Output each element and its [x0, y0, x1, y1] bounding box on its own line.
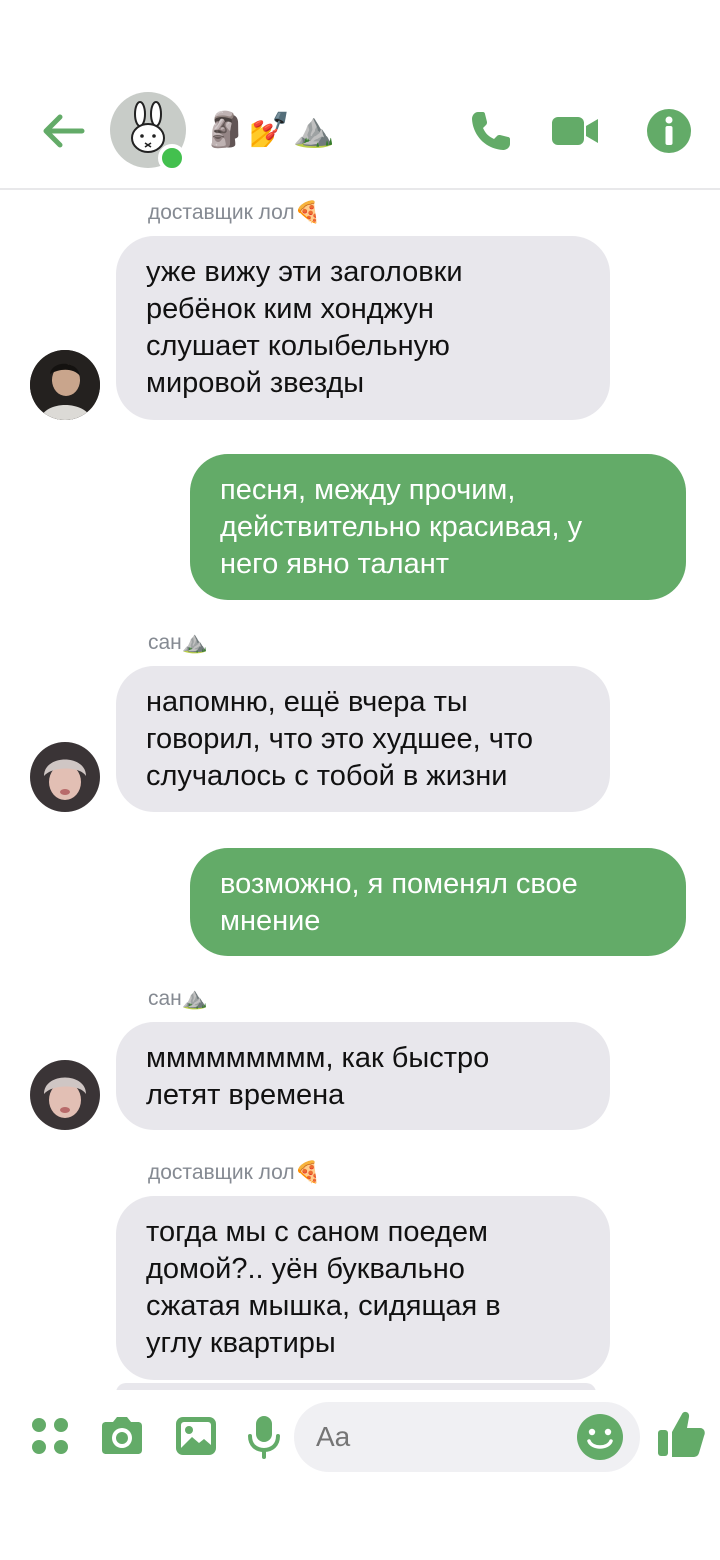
message-composer	[0, 1390, 720, 1490]
message-line: уже вижу эти заголовки	[146, 256, 463, 288]
message-line: него явно талант	[220, 548, 450, 580]
message-line: песня, между прочим,	[220, 474, 516, 506]
incoming-message-bubble[interactable]: уже вижу эти заголовки ребёнок ким хондж…	[116, 236, 610, 420]
sender-avatar[interactable]	[30, 1060, 100, 1130]
apps-grid-icon[interactable]	[26, 1412, 74, 1460]
message-line: возможно, я поменял свое	[220, 868, 578, 900]
microphone-icon[interactable]	[240, 1412, 288, 1460]
message-line: слушает колыбельную	[146, 330, 450, 362]
message-line: ребёнок ким хонджун	[146, 293, 434, 325]
sender-name: доставщик лол🍕	[148, 1161, 321, 1184]
chat-screen: 🗿💅⛰️ доставщик лол🍕 уже вижу эти заголов…	[0, 0, 720, 1560]
message-line: домой?.. уён буквально	[146, 1253, 465, 1285]
camera-icon[interactable]	[98, 1412, 146, 1460]
emoji-icon[interactable]	[576, 1413, 624, 1461]
person-photo-icon	[30, 350, 100, 420]
sender-avatar[interactable]	[30, 742, 100, 812]
message-input[interactable]	[316, 1420, 556, 1454]
thumbs-up-icon[interactable]	[656, 1408, 706, 1460]
sender-avatar[interactable]	[30, 350, 100, 420]
chat-header: 🗿💅⛰️	[0, 68, 720, 190]
outgoing-message-bubble[interactable]: песня, между прочим, действительно краси…	[190, 454, 686, 600]
sender-name: доставщик лол🍕	[148, 201, 321, 224]
person-photo-icon	[30, 742, 100, 812]
phone-call-icon[interactable]	[466, 106, 516, 156]
message-input-container[interactable]	[294, 1402, 640, 1472]
sender-name: сан⛰️	[148, 631, 208, 654]
message-line: случалось с тобой в жизни	[146, 760, 508, 792]
message-line: ммммммммм, как быстро	[146, 1042, 490, 1074]
info-icon[interactable]	[644, 106, 694, 156]
gallery-image-icon[interactable]	[172, 1412, 220, 1460]
incoming-message-bubble[interactable]: тогда мы с саном поедем домой?.. уён бук…	[116, 1196, 610, 1380]
incoming-message-bubble[interactable]: ммммммммм, как быстро летят времена	[116, 1022, 610, 1130]
back-arrow-icon[interactable]	[38, 106, 88, 156]
outgoing-message-bubble[interactable]: возможно, я поменял свое мнение	[190, 848, 686, 956]
message-line: мнение	[220, 905, 321, 937]
sender-name: сан⛰️	[148, 987, 208, 1010]
incoming-message-bubble[interactable]: напомню, ещё вчера ты говорил, что это х…	[116, 666, 610, 812]
person-photo-icon	[30, 1060, 100, 1130]
message-line: мировой звезды	[146, 367, 365, 399]
video-call-icon[interactable]	[550, 106, 600, 156]
message-line: говорил, что это худшее, что	[146, 723, 533, 755]
message-line: тогда мы с саном поедем	[146, 1216, 488, 1248]
message-line: сжатая мышка, сидящая в	[146, 1290, 501, 1322]
message-line: действительно красивая, у	[220, 511, 583, 543]
chat-title[interactable]: 🗿💅⛰️	[204, 108, 337, 152]
message-line: напомню, ещё вчера ты	[146, 686, 468, 718]
message-line: углу квартиры	[146, 1327, 336, 1359]
message-line: летят времена	[146, 1079, 345, 1111]
online-status-dot	[158, 144, 186, 172]
